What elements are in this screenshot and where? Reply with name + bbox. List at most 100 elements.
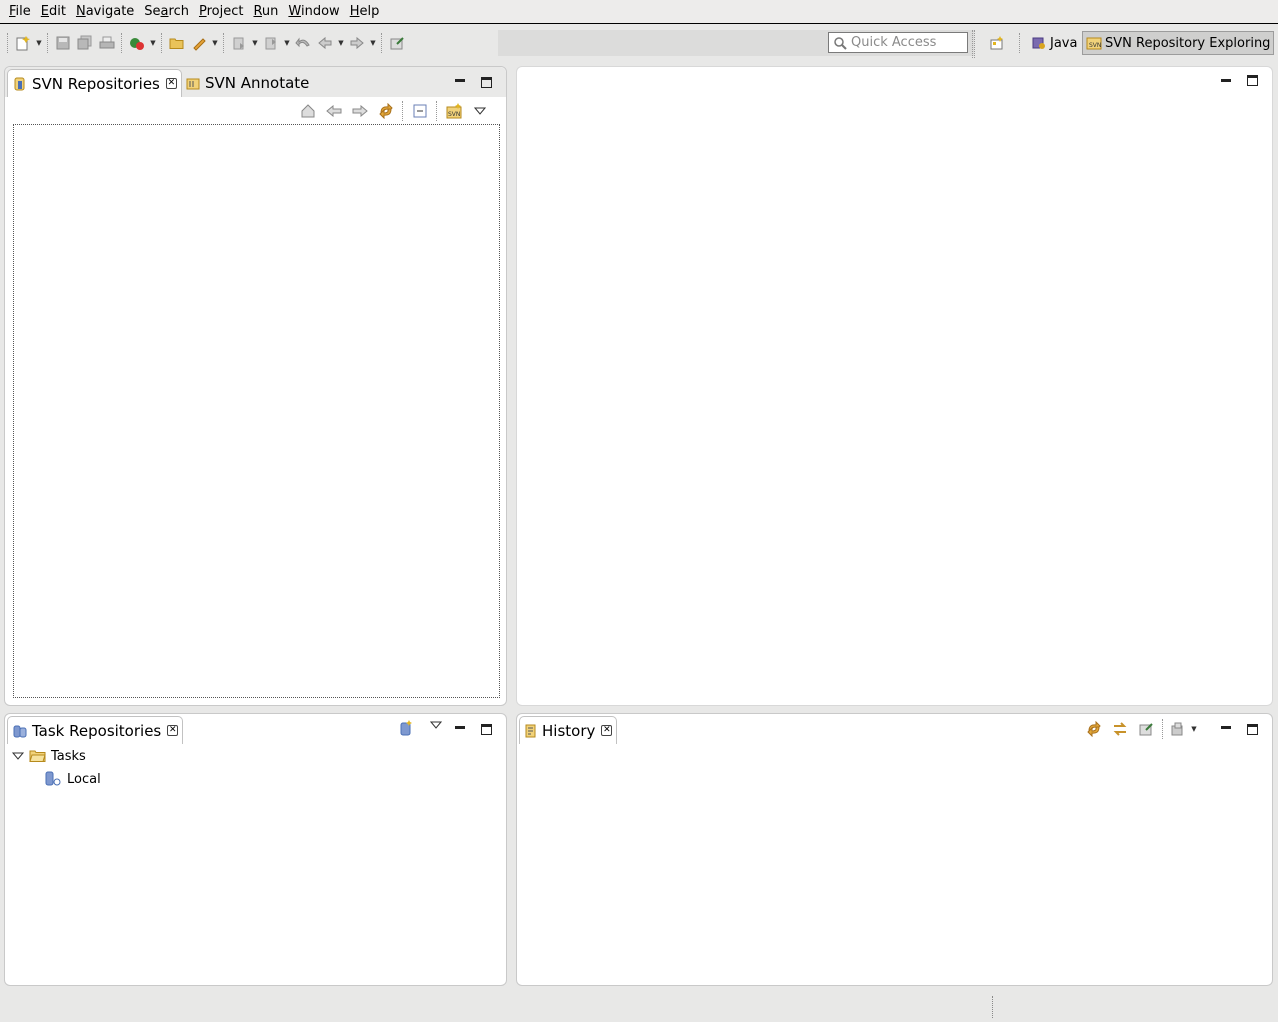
quick-access-field[interactable]: Quick Access bbox=[828, 32, 968, 53]
refresh-icon[interactable] bbox=[1081, 718, 1107, 740]
java-perspective-icon bbox=[1032, 37, 1045, 49]
add-repository-icon bbox=[400, 720, 412, 736]
maximize-button[interactable] bbox=[1245, 722, 1259, 736]
menu-bar: File Edit Navigate Search Project Run Wi… bbox=[0, 0, 1278, 24]
perspective-java[interactable]: Java bbox=[1028, 31, 1080, 55]
home-icon[interactable] bbox=[295, 100, 321, 122]
minimize-button[interactable] bbox=[1219, 73, 1233, 87]
tab-svn-annotate-label: SVN Annotate bbox=[205, 74, 310, 92]
tab-history-label: History bbox=[542, 721, 596, 740]
tab-history[interactable]: History ✕ bbox=[519, 716, 618, 744]
svn-repository-icon bbox=[14, 77, 25, 90]
toolbar-buttons: ▼ ▼ ▼ ▼ ▼ ▼ ▼ bbox=[4, 30, 408, 56]
toolbar-grip bbox=[972, 30, 975, 58]
add-task-repository-button[interactable] bbox=[399, 720, 413, 736]
svn-annotate-icon bbox=[186, 78, 200, 90]
open-perspective-icon bbox=[990, 36, 1003, 50]
last-edit-icon[interactable] bbox=[292, 32, 314, 54]
new-wizard-icon[interactable] bbox=[12, 32, 34, 54]
pencil-icon[interactable] bbox=[188, 32, 210, 54]
minimize-button[interactable] bbox=[1219, 720, 1233, 734]
debug-run-icon[interactable] bbox=[126, 32, 148, 54]
menu-help[interactable]: Help bbox=[345, 0, 385, 24]
perspective-svn-exploring[interactable]: SVN SVN Repository Exploring bbox=[1082, 31, 1275, 55]
menu-project[interactable]: Project bbox=[194, 0, 249, 24]
maximize-button[interactable] bbox=[1245, 73, 1259, 87]
compare-mode-dropdown-arrow-icon[interactable]: ▼ bbox=[1189, 718, 1199, 740]
prev-annotation-dropdown-arrow-icon[interactable]: ▼ bbox=[282, 32, 292, 54]
minimize-icon bbox=[455, 78, 465, 82]
save-icon[interactable] bbox=[52, 32, 74, 54]
close-icon[interactable]: ✕ bbox=[601, 725, 613, 736]
compare-mode-icon[interactable] bbox=[1167, 718, 1189, 740]
open-folder-icon[interactable] bbox=[166, 32, 188, 54]
maximize-button[interactable] bbox=[479, 75, 493, 89]
back-dropdown-arrow-icon[interactable]: ▼ bbox=[336, 32, 346, 54]
quick-access-placeholder: Quick Access bbox=[851, 35, 937, 50]
next-annotation-icon[interactable] bbox=[228, 32, 250, 54]
pin-icon[interactable] bbox=[1133, 718, 1159, 740]
close-icon[interactable]: ✕ bbox=[167, 725, 179, 736]
save-all-icon[interactable] bbox=[74, 32, 96, 54]
close-icon[interactable]: ✕ bbox=[165, 78, 177, 89]
new-repository-location-icon[interactable]: SVN bbox=[441, 100, 467, 122]
tree-item-tasks-label: Tasks bbox=[51, 748, 86, 764]
prev-annotation-icon[interactable] bbox=[260, 32, 282, 54]
menu-edit[interactable]: Edit bbox=[36, 0, 71, 24]
toolbar-separator bbox=[381, 33, 383, 53]
svg-text:SVN: SVN bbox=[1089, 42, 1101, 49]
next-annotation-dropdown-arrow-icon[interactable]: ▼ bbox=[250, 32, 260, 54]
collapse-all-icon[interactable] bbox=[407, 100, 433, 122]
tree-item-local[interactable]: Local bbox=[45, 771, 101, 787]
tab-task-repositories[interactable]: Task Repositories ✕ bbox=[7, 716, 184, 744]
status-bar-grip bbox=[992, 996, 994, 1018]
maximize-icon bbox=[480, 76, 492, 88]
link-with-editor-icon[interactable] bbox=[1107, 718, 1133, 740]
menu-search[interactable]: Search bbox=[139, 0, 194, 24]
menu-file[interactable]: File bbox=[4, 0, 36, 24]
forward-arrow-icon[interactable] bbox=[346, 32, 368, 54]
back-arrow-icon[interactable] bbox=[314, 32, 336, 54]
history-view: History ✕ ▼ bbox=[516, 713, 1273, 986]
open-perspective-button[interactable] bbox=[986, 31, 1011, 55]
expand-toggle-icon[interactable] bbox=[11, 749, 25, 763]
main-toolbar: ▼ ▼ ▼ ▼ ▼ ▼ ▼ Quick Access Java SVN SVN … bbox=[0, 25, 1278, 62]
toolbar-separator bbox=[121, 33, 123, 53]
perspective-svn-exploring-label: SVN Repository Exploring bbox=[1105, 35, 1271, 51]
toolbar-separator bbox=[436, 101, 438, 121]
history-view-tab-row: History ✕ ▼ bbox=[517, 714, 1272, 744]
refresh-icon[interactable] bbox=[373, 100, 399, 122]
folder-icon bbox=[29, 750, 46, 762]
forward-dropdown-arrow-icon[interactable]: ▼ bbox=[368, 32, 378, 54]
minimize-button[interactable] bbox=[453, 720, 467, 734]
tree-item-local-label: Local bbox=[67, 771, 101, 787]
local-repository-icon bbox=[45, 771, 61, 786]
tree-item-tasks[interactable]: Tasks bbox=[11, 748, 86, 764]
svg-text:SVN: SVN bbox=[448, 111, 460, 118]
task-repository-icon bbox=[13, 725, 27, 737]
menu-navigate[interactable]: Navigate bbox=[71, 0, 139, 24]
maximize-button[interactable] bbox=[479, 722, 493, 736]
maximize-icon bbox=[1246, 74, 1258, 86]
minimize-button[interactable] bbox=[453, 73, 467, 87]
tab-svn-annotate[interactable]: SVN Annotate bbox=[181, 69, 313, 97]
menu-run[interactable]: Run bbox=[248, 0, 283, 24]
debug-dropdown-arrow-icon[interactable]: ▼ bbox=[148, 32, 158, 54]
menu-window[interactable]: Window bbox=[283, 0, 344, 24]
view-menu-button[interactable] bbox=[429, 718, 443, 732]
svn-repositories-tree[interactable] bbox=[13, 124, 500, 698]
maximize-icon bbox=[1246, 723, 1258, 735]
tab-svn-repositories[interactable]: SVN Repositories ✕ bbox=[7, 69, 182, 97]
svn-repositories-view: SVN Repositories ✕ SVN Annotate SVN bbox=[4, 66, 507, 706]
new-dropdown-arrow-icon[interactable]: ▼ bbox=[34, 32, 44, 54]
minimize-icon bbox=[1221, 78, 1231, 82]
view-menu-icon[interactable] bbox=[467, 100, 493, 122]
print-icon[interactable] bbox=[96, 32, 118, 54]
tab-task-repositories-label: Task Repositories bbox=[32, 721, 162, 740]
forward-arrow-icon[interactable] bbox=[347, 100, 373, 122]
pencil-dropdown-arrow-icon[interactable]: ▼ bbox=[210, 32, 220, 54]
minimize-icon bbox=[1221, 725, 1231, 729]
pin-editor-icon[interactable] bbox=[386, 32, 408, 54]
history-toolbar: ▼ bbox=[1081, 718, 1199, 740]
back-arrow-icon[interactable] bbox=[321, 100, 347, 122]
